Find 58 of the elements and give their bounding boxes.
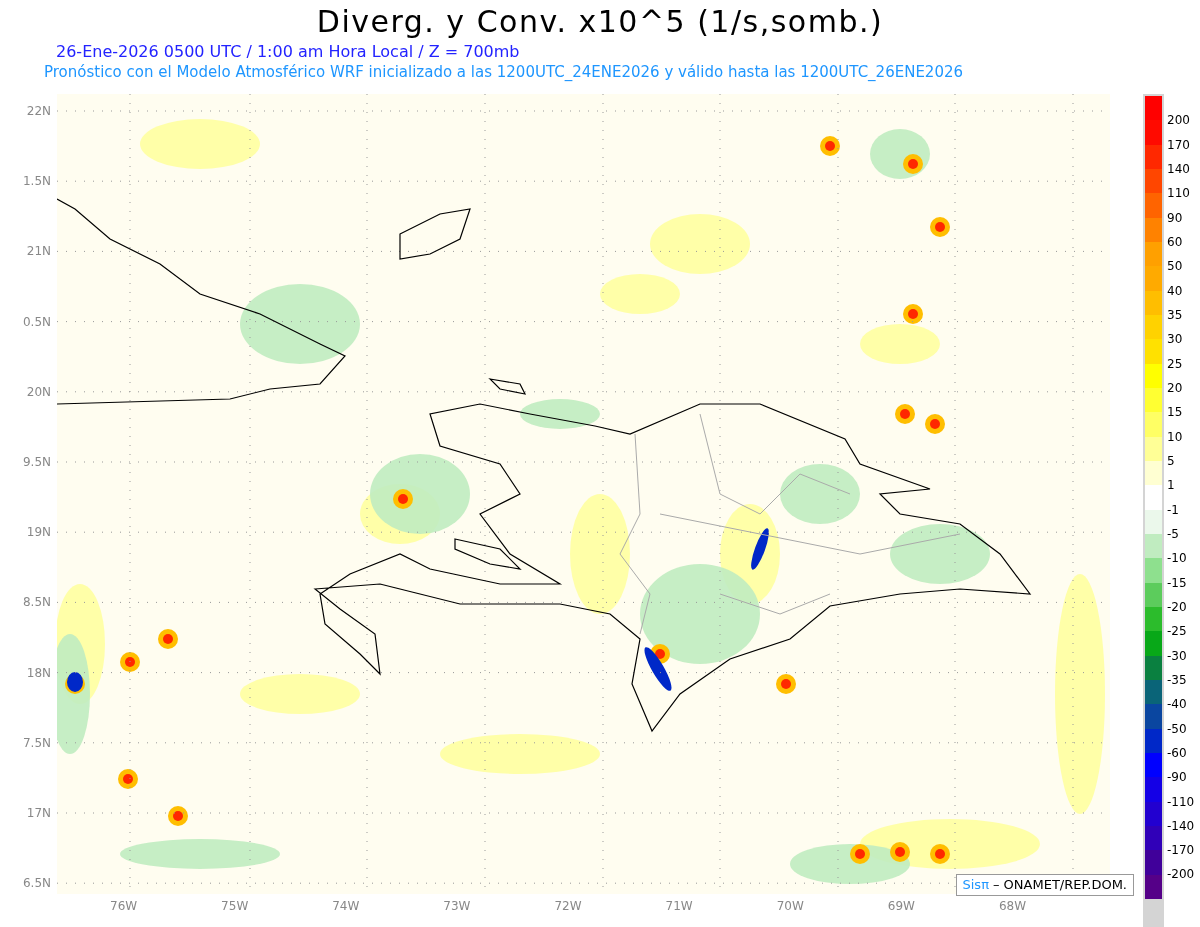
color-scale-label: 20 [1167,380,1183,395]
color-scale-label: 50 [1167,259,1183,274]
color-scale-label: -30 [1167,648,1187,663]
longitude-label: 74W [332,898,360,914]
latitude-label: 8.5N [22,594,51,612]
latitude-label: 22N [26,103,51,120]
latitude-label: 17N [26,804,51,822]
color-scale-label: 30 [1167,332,1183,347]
color-scale-label: 40 [1167,283,1183,298]
color-scale-label: -170 [1167,843,1195,858]
color-scale-label: -110 [1167,794,1195,809]
color-scale-label: -25 [1167,624,1187,639]
latitude-label: 6.5N [22,875,51,893]
color-scale-label: 140 [1167,161,1190,176]
color-scale-label: 90 [1167,210,1183,225]
color-scale-label: -60 [1167,745,1187,760]
longitude-label: 70W [776,898,804,914]
credit-logo: Sisπ [962,876,989,895]
longitude-label: 69W [887,898,915,914]
color-scale-label: 10 [1167,429,1183,444]
color-scale-label: -1 [1167,502,1179,517]
color-scale-label: 170 [1167,137,1190,152]
color-scale-label: -35 [1167,672,1187,687]
latitude-label: 21N [26,243,51,261]
longitude-label: 68W [998,898,1026,914]
latitude-label: 19N [26,524,51,542]
color-scale-label: -200 [1167,867,1195,882]
color-scale-label: 1 [1167,478,1175,493]
color-scale-label: 35 [1167,307,1183,322]
color-scale-label: -90 [1167,770,1187,785]
longitude-label: 71W [665,898,693,914]
latitude-label: 18N [26,664,51,682]
latitude-label: 20N [26,383,51,401]
color-scale-label: 60 [1167,234,1183,249]
color-scale-label: -10 [1167,551,1187,566]
color-scale-label: -15 [1167,575,1187,590]
forecast-description: Pronóstico con el Modelo Atmosférico WRF inicializado a las 1200UTC_24ENE2026 y válido hasta las 1200UTC_26ENE2026 [44,63,964,81]
longitude-label: 76W [110,898,138,914]
color-scale-label: 15 [1167,405,1183,420]
color-scale-label: -20 [1167,599,1187,614]
color-scale-label: 5 [1167,453,1175,468]
color-scale-label: 110 [1167,186,1190,201]
color-scale-label: 200 [1167,113,1190,128]
forecast-date: 26-Ene-2026 0500 UTC / 1:00 am Hora Local / Z = 700mb [56,42,520,61]
color-scale-label: 25 [1167,356,1183,371]
latitude-label: 9.5N [22,453,51,471]
latitude-label: 1.5N [22,173,51,191]
color-scale-label: -140 [1167,818,1195,833]
longitude-label: 72W [554,898,582,914]
chart-title: Diverg. y Conv. x10^5 (1/s,somb.) [316,3,884,41]
color-scale-label: -50 [1167,721,1187,736]
longitude-label: 75W [221,898,249,914]
latitude-label: 7.5N [22,734,51,752]
latitude-label: 0.5N [22,313,51,331]
color-scale-label: -40 [1167,697,1187,712]
credit-text: – ONAMET/REP.DOM. [992,876,1127,895]
longitude-label: 73W [443,898,471,914]
color-scale-label: -5 [1167,526,1179,541]
